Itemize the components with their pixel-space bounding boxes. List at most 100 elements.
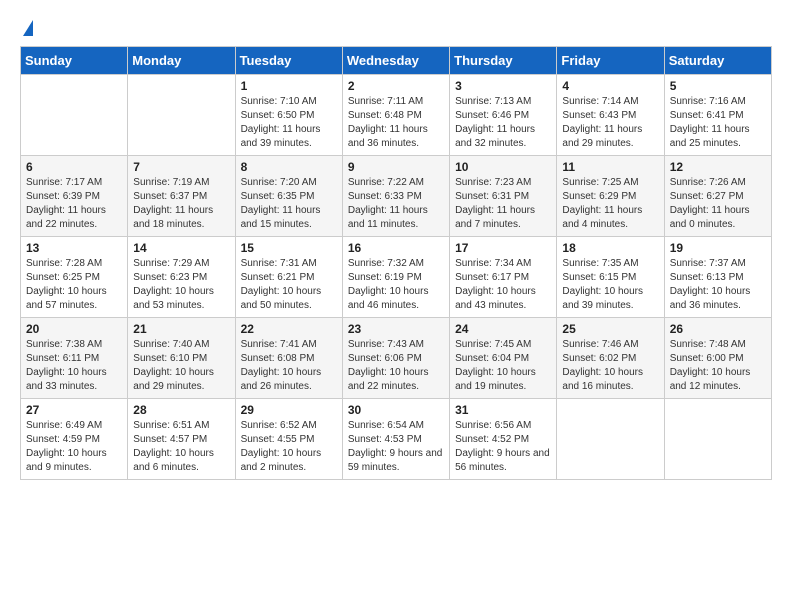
day-number: 27 <box>26 403 122 417</box>
day-info: Sunrise: 7:26 AM Sunset: 6:27 PM Dayligh… <box>670 176 766 232</box>
weekday-header: Tuesday <box>235 47 342 75</box>
day-info: Sunrise: 6:52 AM Sunset: 4:55 PM Dayligh… <box>241 419 337 475</box>
calendar-cell: 13Sunrise: 7:28 AM Sunset: 6:25 PM Dayli… <box>21 237 128 318</box>
day-number: 20 <box>26 322 122 336</box>
calendar-cell: 1Sunrise: 7:10 AM Sunset: 6:50 PM Daylig… <box>235 75 342 156</box>
weekday-header: Saturday <box>664 47 771 75</box>
calendar-week-row: 1Sunrise: 7:10 AM Sunset: 6:50 PM Daylig… <box>21 75 772 156</box>
day-number: 24 <box>455 322 551 336</box>
calendar-cell: 22 Sunrise: 7:41 AM Sunset: 6:08 PM Dayli… <box>235 318 342 399</box>
day-info: Sunrise: 7:31 AM Sunset: 6:21 PM Dayligh… <box>241 257 337 313</box>
calendar-cell: 23 Sunrise: 7:43 AM Sunset: 6:06 PM Dayli… <box>342 318 449 399</box>
calendar-cell: 28 Sunrise: 6:51 AM Sunset: 4:57 PM Dayli… <box>128 399 235 480</box>
day-number: 21 <box>133 322 229 336</box>
day-info: Sunrise: 7:23 AM Sunset: 6:31 PM Dayligh… <box>455 176 551 232</box>
day-info: Sunrise: 7:14 AM Sunset: 6:43 PM Dayligh… <box>562 95 658 151</box>
day-info: Sunrise: 6:49 AM Sunset: 4:59 PM Dayligh… <box>26 419 122 475</box>
day-info: Sunrise: 7:19 AM Sunset: 6:37 PM Dayligh… <box>133 176 229 232</box>
day-number: 8 <box>241 160 337 174</box>
day-number: 11 <box>562 160 658 174</box>
day-number: 28 <box>133 403 229 417</box>
day-info: Sunrise: 7:16 AM Sunset: 6:41 PM Dayligh… <box>670 95 766 151</box>
calendar-cell <box>664 399 771 480</box>
day-number: 25 <box>562 322 658 336</box>
day-info: Sunrise: 7:46 AM Sunset: 6:02 PM Dayligh… <box>562 338 658 394</box>
calendar-cell: 2 Sunrise: 7:11 AM Sunset: 6:48 PM Daylig… <box>342 75 449 156</box>
day-info: Sunrise: 7:28 AM Sunset: 6:25 PM Dayligh… <box>26 257 122 313</box>
day-number: 6 <box>26 160 122 174</box>
logo <box>20 20 34 36</box>
weekday-header: Thursday <box>450 47 557 75</box>
day-number: 12 <box>670 160 766 174</box>
day-info: Sunrise: 7:45 AM Sunset: 6:04 PM Dayligh… <box>455 338 551 394</box>
weekday-header: Monday <box>128 47 235 75</box>
calendar-cell: 20 Sunrise: 7:38 AM Sunset: 6:11 PM Dayli… <box>21 318 128 399</box>
calendar-cell: 27 Sunrise: 6:49 AM Sunset: 4:59 PM Dayli… <box>21 399 128 480</box>
day-number: 10 <box>455 160 551 174</box>
calendar-week-row: 20 Sunrise: 7:38 AM Sunset: 6:11 PM Dayli… <box>21 318 772 399</box>
day-number: 26 <box>670 322 766 336</box>
calendar-cell: 7Sunrise: 7:19 AM Sunset: 6:37 PM Daylig… <box>128 156 235 237</box>
day-number: 14 <box>133 241 229 255</box>
day-number: 15 <box>241 241 337 255</box>
calendar-week-row: 27 Sunrise: 6:49 AM Sunset: 4:59 PM Dayli… <box>21 399 772 480</box>
day-info: Sunrise: 7:38 AM Sunset: 6:11 PM Dayligh… <box>26 338 122 394</box>
day-info: Sunrise: 7:11 AM Sunset: 6:48 PM Dayligh… <box>348 95 444 151</box>
day-number: 4 <box>562 79 658 93</box>
day-number: 31 <box>455 403 551 417</box>
calendar-cell <box>128 75 235 156</box>
weekday-header: Sunday <box>21 47 128 75</box>
calendar-week-row: 13Sunrise: 7:28 AM Sunset: 6:25 PM Dayli… <box>21 237 772 318</box>
day-info: Sunrise: 7:37 AM Sunset: 6:13 PM Dayligh… <box>670 257 766 313</box>
day-number: 30 <box>348 403 444 417</box>
calendar-cell <box>557 399 664 480</box>
day-number: 22 <box>241 322 337 336</box>
day-info: Sunrise: 7:41 AM Sunset: 6:08 PM Dayligh… <box>241 338 337 394</box>
weekday-header: Friday <box>557 47 664 75</box>
calendar-header-row: SundayMondayTuesdayWednesdayThursdayFrid… <box>21 47 772 75</box>
logo-text <box>20 20 34 36</box>
day-info: Sunrise: 7:43 AM Sunset: 6:06 PM Dayligh… <box>348 338 444 394</box>
calendar-cell: 25 Sunrise: 7:46 AM Sunset: 6:02 PM Dayli… <box>557 318 664 399</box>
day-number: 29 <box>241 403 337 417</box>
day-number: 3 <box>455 79 551 93</box>
day-number: 9 <box>348 160 444 174</box>
calendar-cell: 12 Sunrise: 7:26 AM Sunset: 6:27 PM Dayli… <box>664 156 771 237</box>
calendar-cell: 26 Sunrise: 7:48 AM Sunset: 6:00 PM Dayli… <box>664 318 771 399</box>
day-number: 2 <box>348 79 444 93</box>
weekday-header: Wednesday <box>342 47 449 75</box>
day-number: 23 <box>348 322 444 336</box>
page-header <box>20 20 772 36</box>
day-info: Sunrise: 7:34 AM Sunset: 6:17 PM Dayligh… <box>455 257 551 313</box>
calendar-cell: 30 Sunrise: 6:54 AM Sunset: 4:53 PM Dayli… <box>342 399 449 480</box>
day-info: Sunrise: 7:48 AM Sunset: 6:00 PM Dayligh… <box>670 338 766 394</box>
day-info: Sunrise: 6:56 AM Sunset: 4:52 PM Dayligh… <box>455 419 551 475</box>
day-info: Sunrise: 7:20 AM Sunset: 6:35 PM Dayligh… <box>241 176 337 232</box>
day-info: Sunrise: 7:10 AM Sunset: 6:50 PM Dayligh… <box>241 95 337 151</box>
calendar-body: 1Sunrise: 7:10 AM Sunset: 6:50 PM Daylig… <box>21 75 772 480</box>
day-number: 5 <box>670 79 766 93</box>
day-number: 19 <box>670 241 766 255</box>
day-info: Sunrise: 7:22 AM Sunset: 6:33 PM Dayligh… <box>348 176 444 232</box>
day-info: Sunrise: 6:51 AM Sunset: 4:57 PM Dayligh… <box>133 419 229 475</box>
calendar-cell: 24 Sunrise: 7:45 AM Sunset: 6:04 PM Dayli… <box>450 318 557 399</box>
calendar-cell: 29 Sunrise: 6:52 AM Sunset: 4:55 PM Dayli… <box>235 399 342 480</box>
day-info: Sunrise: 6:54 AM Sunset: 4:53 PM Dayligh… <box>348 419 444 475</box>
calendar-cell: 10 Sunrise: 7:23 AM Sunset: 6:31 PM Dayli… <box>450 156 557 237</box>
calendar-cell: 8 Sunrise: 7:20 AM Sunset: 6:35 PM Daylig… <box>235 156 342 237</box>
day-info: Sunrise: 7:25 AM Sunset: 6:29 PM Dayligh… <box>562 176 658 232</box>
day-number: 18 <box>562 241 658 255</box>
calendar-cell: 16Sunrise: 7:32 AM Sunset: 6:19 PM Dayli… <box>342 237 449 318</box>
day-info: Sunrise: 7:40 AM Sunset: 6:10 PM Dayligh… <box>133 338 229 394</box>
calendar-cell: 21 Sunrise: 7:40 AM Sunset: 6:10 PM Dayli… <box>128 318 235 399</box>
day-info: Sunrise: 7:35 AM Sunset: 6:15 PM Dayligh… <box>562 257 658 313</box>
day-info: Sunrise: 7:13 AM Sunset: 6:46 PM Dayligh… <box>455 95 551 151</box>
calendar-week-row: 6 Sunrise: 7:17 AM Sunset: 6:39 PM Daylig… <box>21 156 772 237</box>
calendar-cell: 17 Sunrise: 7:34 AM Sunset: 6:17 PM Dayli… <box>450 237 557 318</box>
day-info: Sunrise: 7:32 AM Sunset: 6:19 PM Dayligh… <box>348 257 444 313</box>
calendar-cell: 6 Sunrise: 7:17 AM Sunset: 6:39 PM Daylig… <box>21 156 128 237</box>
day-info: Sunrise: 7:17 AM Sunset: 6:39 PM Dayligh… <box>26 176 122 232</box>
calendar-cell: 4 Sunrise: 7:14 AM Sunset: 6:43 PM Daylig… <box>557 75 664 156</box>
day-number: 17 <box>455 241 551 255</box>
calendar-cell: 31 Sunrise: 6:56 AM Sunset: 4:52 PM Dayli… <box>450 399 557 480</box>
